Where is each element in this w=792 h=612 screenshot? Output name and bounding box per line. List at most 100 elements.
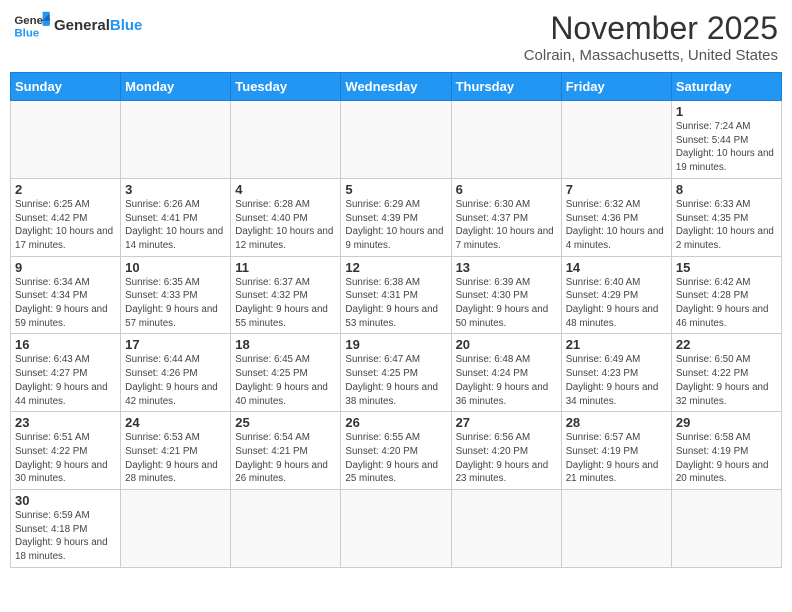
day-of-week-header: Sunday (11, 73, 121, 101)
calendar-cell: 8Sunrise: 6:33 AM Sunset: 4:35 PM Daylig… (671, 178, 781, 256)
day-number: 2 (15, 182, 116, 197)
day-info: Sunrise: 6:48 AM Sunset: 4:24 PM Dayligh… (456, 353, 557, 408)
calendar-cell (671, 490, 781, 568)
calendar-cell (451, 101, 561, 179)
day-info: Sunrise: 6:54 AM Sunset: 4:21 PM Dayligh… (235, 431, 336, 486)
calendar-cell: 28Sunrise: 6:57 AM Sunset: 4:19 PM Dayli… (561, 412, 671, 490)
day-info: Sunrise: 6:55 AM Sunset: 4:20 PM Dayligh… (345, 431, 446, 486)
calendar-cell (121, 101, 231, 179)
calendar-cell: 12Sunrise: 6:38 AM Sunset: 4:31 PM Dayli… (341, 256, 451, 334)
day-of-week-header: Thursday (451, 73, 561, 101)
calendar-cell: 27Sunrise: 6:56 AM Sunset: 4:20 PM Dayli… (451, 412, 561, 490)
day-of-week-header: Wednesday (341, 73, 451, 101)
calendar-week-row: 2Sunrise: 6:25 AM Sunset: 4:42 PM Daylig… (11, 178, 782, 256)
day-info: Sunrise: 6:39 AM Sunset: 4:30 PM Dayligh… (456, 276, 557, 331)
day-number: 5 (345, 182, 446, 197)
calendar-cell (121, 490, 231, 568)
location-title: Colrain, Massachusetts, United States (524, 47, 778, 64)
day-info: Sunrise: 6:34 AM Sunset: 4:34 PM Dayligh… (15, 276, 116, 331)
calendar-cell: 4Sunrise: 6:28 AM Sunset: 4:40 PM Daylig… (231, 178, 341, 256)
day-number: 26 (345, 415, 446, 430)
day-info: Sunrise: 7:24 AM Sunset: 5:44 PM Dayligh… (676, 120, 777, 175)
calendar-cell: 21Sunrise: 6:49 AM Sunset: 4:23 PM Dayli… (561, 334, 671, 412)
calendar-cell: 24Sunrise: 6:53 AM Sunset: 4:21 PM Dayli… (121, 412, 231, 490)
day-info: Sunrise: 6:38 AM Sunset: 4:31 PM Dayligh… (345, 276, 446, 331)
calendar-cell: 3Sunrise: 6:26 AM Sunset: 4:41 PM Daylig… (121, 178, 231, 256)
svg-text:Blue: Blue (14, 27, 39, 39)
day-number: 8 (676, 182, 777, 197)
day-info: Sunrise: 6:28 AM Sunset: 4:40 PM Dayligh… (235, 198, 336, 253)
calendar-week-row: 1Sunrise: 7:24 AM Sunset: 5:44 PM Daylig… (11, 101, 782, 179)
calendar-cell: 17Sunrise: 6:44 AM Sunset: 4:26 PM Dayli… (121, 334, 231, 412)
day-info: Sunrise: 6:58 AM Sunset: 4:19 PM Dayligh… (676, 431, 777, 486)
calendar-cell: 2Sunrise: 6:25 AM Sunset: 4:42 PM Daylig… (11, 178, 121, 256)
day-number: 10 (125, 260, 226, 275)
day-info: Sunrise: 6:45 AM Sunset: 4:25 PM Dayligh… (235, 353, 336, 408)
day-info: Sunrise: 6:37 AM Sunset: 4:32 PM Dayligh… (235, 276, 336, 331)
day-info: Sunrise: 6:43 AM Sunset: 4:27 PM Dayligh… (15, 353, 116, 408)
calendar-cell: 14Sunrise: 6:40 AM Sunset: 4:29 PM Dayli… (561, 256, 671, 334)
day-info: Sunrise: 6:51 AM Sunset: 4:22 PM Dayligh… (15, 431, 116, 486)
calendar-cell: 5Sunrise: 6:29 AM Sunset: 4:39 PM Daylig… (341, 178, 451, 256)
calendar-cell: 26Sunrise: 6:55 AM Sunset: 4:20 PM Dayli… (341, 412, 451, 490)
day-info: Sunrise: 6:47 AM Sunset: 4:25 PM Dayligh… (345, 353, 446, 408)
calendar-cell: 9Sunrise: 6:34 AM Sunset: 4:34 PM Daylig… (11, 256, 121, 334)
calendar-cell: 22Sunrise: 6:50 AM Sunset: 4:22 PM Dayli… (671, 334, 781, 412)
day-info: Sunrise: 6:42 AM Sunset: 4:28 PM Dayligh… (676, 276, 777, 331)
day-info: Sunrise: 6:50 AM Sunset: 4:22 PM Dayligh… (676, 353, 777, 408)
calendar-cell (561, 101, 671, 179)
day-number: 7 (566, 182, 667, 197)
day-of-week-header: Saturday (671, 73, 781, 101)
calendar-cell: 18Sunrise: 6:45 AM Sunset: 4:25 PM Dayli… (231, 334, 341, 412)
day-number: 16 (15, 337, 116, 352)
calendar-cell: 23Sunrise: 6:51 AM Sunset: 4:22 PM Dayli… (11, 412, 121, 490)
calendar-cell (11, 101, 121, 179)
day-number: 22 (676, 337, 777, 352)
day-number: 12 (345, 260, 446, 275)
day-info: Sunrise: 6:49 AM Sunset: 4:23 PM Dayligh… (566, 353, 667, 408)
day-number: 24 (125, 415, 226, 430)
day-number: 15 (676, 260, 777, 275)
day-info: Sunrise: 6:30 AM Sunset: 4:37 PM Dayligh… (456, 198, 557, 253)
calendar-cell: 20Sunrise: 6:48 AM Sunset: 4:24 PM Dayli… (451, 334, 561, 412)
calendar-cell: 16Sunrise: 6:43 AM Sunset: 4:27 PM Dayli… (11, 334, 121, 412)
day-info: Sunrise: 6:29 AM Sunset: 4:39 PM Dayligh… (345, 198, 446, 253)
calendar-cell: 25Sunrise: 6:54 AM Sunset: 4:21 PM Dayli… (231, 412, 341, 490)
calendar-cell: 7Sunrise: 6:32 AM Sunset: 4:36 PM Daylig… (561, 178, 671, 256)
day-info: Sunrise: 6:40 AM Sunset: 4:29 PM Dayligh… (566, 276, 667, 331)
logo-general-text: GeneralBlue (54, 17, 142, 34)
day-of-week-header: Monday (121, 73, 231, 101)
calendar-cell: 29Sunrise: 6:58 AM Sunset: 4:19 PM Dayli… (671, 412, 781, 490)
day-number: 18 (235, 337, 336, 352)
day-info: Sunrise: 6:53 AM Sunset: 4:21 PM Dayligh… (125, 431, 226, 486)
logo-icon: General Blue (14, 10, 50, 40)
day-info: Sunrise: 6:57 AM Sunset: 4:19 PM Dayligh… (566, 431, 667, 486)
calendar-cell: 15Sunrise: 6:42 AM Sunset: 4:28 PM Dayli… (671, 256, 781, 334)
day-info: Sunrise: 6:32 AM Sunset: 4:36 PM Dayligh… (566, 198, 667, 253)
day-number: 29 (676, 415, 777, 430)
day-of-week-header: Friday (561, 73, 671, 101)
day-number: 1 (676, 104, 777, 119)
day-number: 23 (15, 415, 116, 430)
day-number: 4 (235, 182, 336, 197)
day-number: 19 (345, 337, 446, 352)
calendar-table: SundayMondayTuesdayWednesdayThursdayFrid… (10, 72, 782, 568)
day-number: 25 (235, 415, 336, 430)
day-of-week-header: Tuesday (231, 73, 341, 101)
day-info: Sunrise: 6:25 AM Sunset: 4:42 PM Dayligh… (15, 198, 116, 253)
calendar-cell (341, 490, 451, 568)
day-number: 17 (125, 337, 226, 352)
day-number: 30 (15, 493, 116, 508)
day-number: 20 (456, 337, 557, 352)
calendar-cell: 13Sunrise: 6:39 AM Sunset: 4:30 PM Dayli… (451, 256, 561, 334)
calendar-week-row: 16Sunrise: 6:43 AM Sunset: 4:27 PM Dayli… (11, 334, 782, 412)
day-number: 21 (566, 337, 667, 352)
day-number: 11 (235, 260, 336, 275)
day-info: Sunrise: 6:59 AM Sunset: 4:18 PM Dayligh… (15, 509, 116, 564)
day-number: 3 (125, 182, 226, 197)
calendar-cell (341, 101, 451, 179)
calendar-cell: 11Sunrise: 6:37 AM Sunset: 4:32 PM Dayli… (231, 256, 341, 334)
calendar-week-row: 30Sunrise: 6:59 AM Sunset: 4:18 PM Dayli… (11, 490, 782, 568)
calendar-cell (231, 101, 341, 179)
day-info: Sunrise: 6:35 AM Sunset: 4:33 PM Dayligh… (125, 276, 226, 331)
